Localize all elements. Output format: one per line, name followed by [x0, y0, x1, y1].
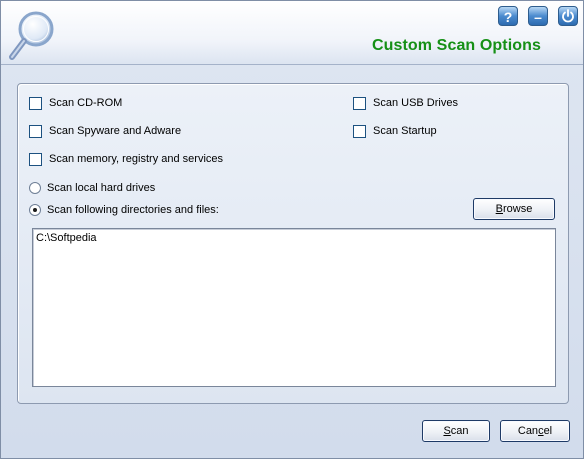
scan-local-label: Scan local hard drives — [47, 182, 156, 194]
minimize-button[interactable]: – — [528, 6, 548, 26]
scan-following-radio[interactable] — [29, 204, 41, 216]
scan-local-radio[interactable] — [29, 182, 41, 194]
scan-cdrom-label: Scan CD-ROM — [49, 97, 123, 109]
scan-button[interactable]: Scan — [422, 420, 490, 442]
option-scan-spyware[interactable]: Scan Spyware and Adware — [29, 123, 181, 139]
scan-usb-label: Scan USB Drives — [373, 97, 458, 109]
browse-button[interactable]: Browse — [473, 198, 555, 220]
scan-spyware-checkbox[interactable] — [29, 124, 42, 138]
power-icon — [562, 9, 574, 23]
path-item[interactable]: C:\Softpedia — [36, 232, 97, 244]
cancel-button[interactable]: Cancel — [500, 420, 570, 442]
scan-following-label: Scan following directories and files: — [47, 204, 219, 216]
option-scan-cdrom[interactable]: Scan CD-ROM — [29, 95, 122, 111]
scan-usb-checkbox[interactable] — [353, 96, 366, 110]
option-scan-local[interactable]: Scan local hard drives — [29, 180, 155, 196]
help-button[interactable]: ? — [498, 6, 518, 26]
custom-scan-window: ? – Custom Scan Options Scan CD-ROM Scan… — [0, 0, 584, 459]
scan-startup-label: Scan Startup — [373, 125, 437, 137]
option-scan-usb[interactable]: Scan USB Drives — [353, 95, 458, 111]
scan-startup-checkbox[interactable] — [353, 124, 366, 138]
option-scan-following[interactable]: Scan following directories and files: — [29, 202, 219, 218]
option-scan-startup[interactable]: Scan Startup — [353, 123, 437, 139]
scan-cdrom-checkbox[interactable] — [29, 96, 42, 110]
directories-list[interactable]: C:\Softpedia — [32, 228, 556, 387]
scan-options-panel: Scan CD-ROM Scan USB Drives Scan Spyware… — [17, 83, 569, 404]
magnifier-logo-icon — [9, 11, 54, 60]
minimize-icon: – — [534, 9, 542, 25]
scan-spyware-label: Scan Spyware and Adware — [49, 125, 182, 137]
scan-memory-checkbox[interactable] — [29, 152, 42, 166]
window-title: Custom Scan Options — [371, 37, 541, 54]
option-scan-memory[interactable]: Scan memory, registry and services — [29, 151, 223, 167]
header-divider — [1, 64, 583, 65]
close-button[interactable] — [558, 6, 578, 26]
scan-memory-label: Scan memory, registry and services — [49, 153, 224, 165]
question-icon: ? — [503, 9, 513, 25]
